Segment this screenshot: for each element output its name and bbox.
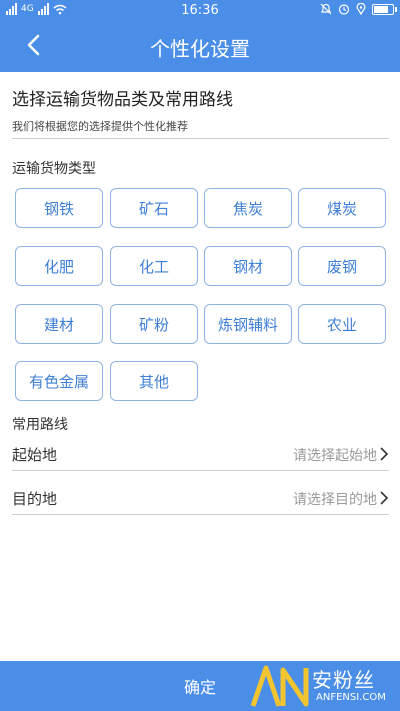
cargo-chip-jiaotan[interactable]: 焦炭 [204,188,292,228]
intro-heading: 选择运输货物品类及常用路线 [12,90,233,110]
page-title: 个性化设置 [150,37,250,61]
origin-label: 起始地 [12,446,58,464]
cargo-chip-kuangfen[interactable]: 矿粉 [110,304,198,344]
location-icon [356,3,366,15]
intro-subheading: 我们将根据您的选择提供个性化推荐 [12,120,188,133]
cargo-chip-qita[interactable]: 其他 [110,361,198,401]
watermark-logo: 安粉丝 ANFENSI.COM [250,662,398,710]
battery-icon [372,3,397,15]
top-bar: 4G 16:36 个性化设置 [0,0,400,72]
routes-section-label: 常用路线 [12,417,68,433]
watermark-cn-text: 安粉丝 [312,668,375,692]
status-right [320,3,397,15]
cargo-chip-feigang[interactable]: 废钢 [298,246,386,286]
cargo-chip-nongye[interactable]: 农业 [298,304,386,344]
divider [12,470,389,471]
cargo-chip-huagong[interactable]: 化工 [110,246,198,286]
cargo-chip-liangang-fuliao[interactable]: 炼钢辅料 [204,304,292,344]
cargo-chip-huafei[interactable]: 化肥 [15,246,103,286]
destination-row[interactable]: 目的地 请选择目的地 [12,486,389,514]
cargo-chip-gangtie[interactable]: 钢铁 [15,188,103,228]
chevron-right-icon [380,491,389,505]
divider [12,514,389,515]
divider [12,138,389,139]
origin-placeholder: 请选择起始地 [293,448,377,464]
cargo-chip-youse-jinshu[interactable]: 有色金属 [15,361,103,401]
cargo-chip-kuangshi[interactable]: 矿石 [110,188,198,228]
cargo-section-label: 运输货物类型 [12,161,96,177]
status-bar: 4G 16:36 [0,0,400,20]
cargo-chip-gangcai[interactable]: 钢材 [204,246,292,286]
destination-placeholder: 请选择目的地 [293,492,377,508]
chevron-right-icon [380,447,389,461]
cargo-chip-jiancai[interactable]: 建材 [15,304,103,344]
mute-bell-icon [320,3,332,15]
destination-label: 目的地 [12,490,58,508]
watermark-an-logo-icon [250,665,309,707]
origin-row[interactable]: 起始地 请选择起始地 [12,442,389,470]
cargo-chip-meitan[interactable]: 煤炭 [298,188,386,228]
alarm-icon [338,4,350,15]
watermark-en-text: ANFENSI.COM [316,692,386,703]
